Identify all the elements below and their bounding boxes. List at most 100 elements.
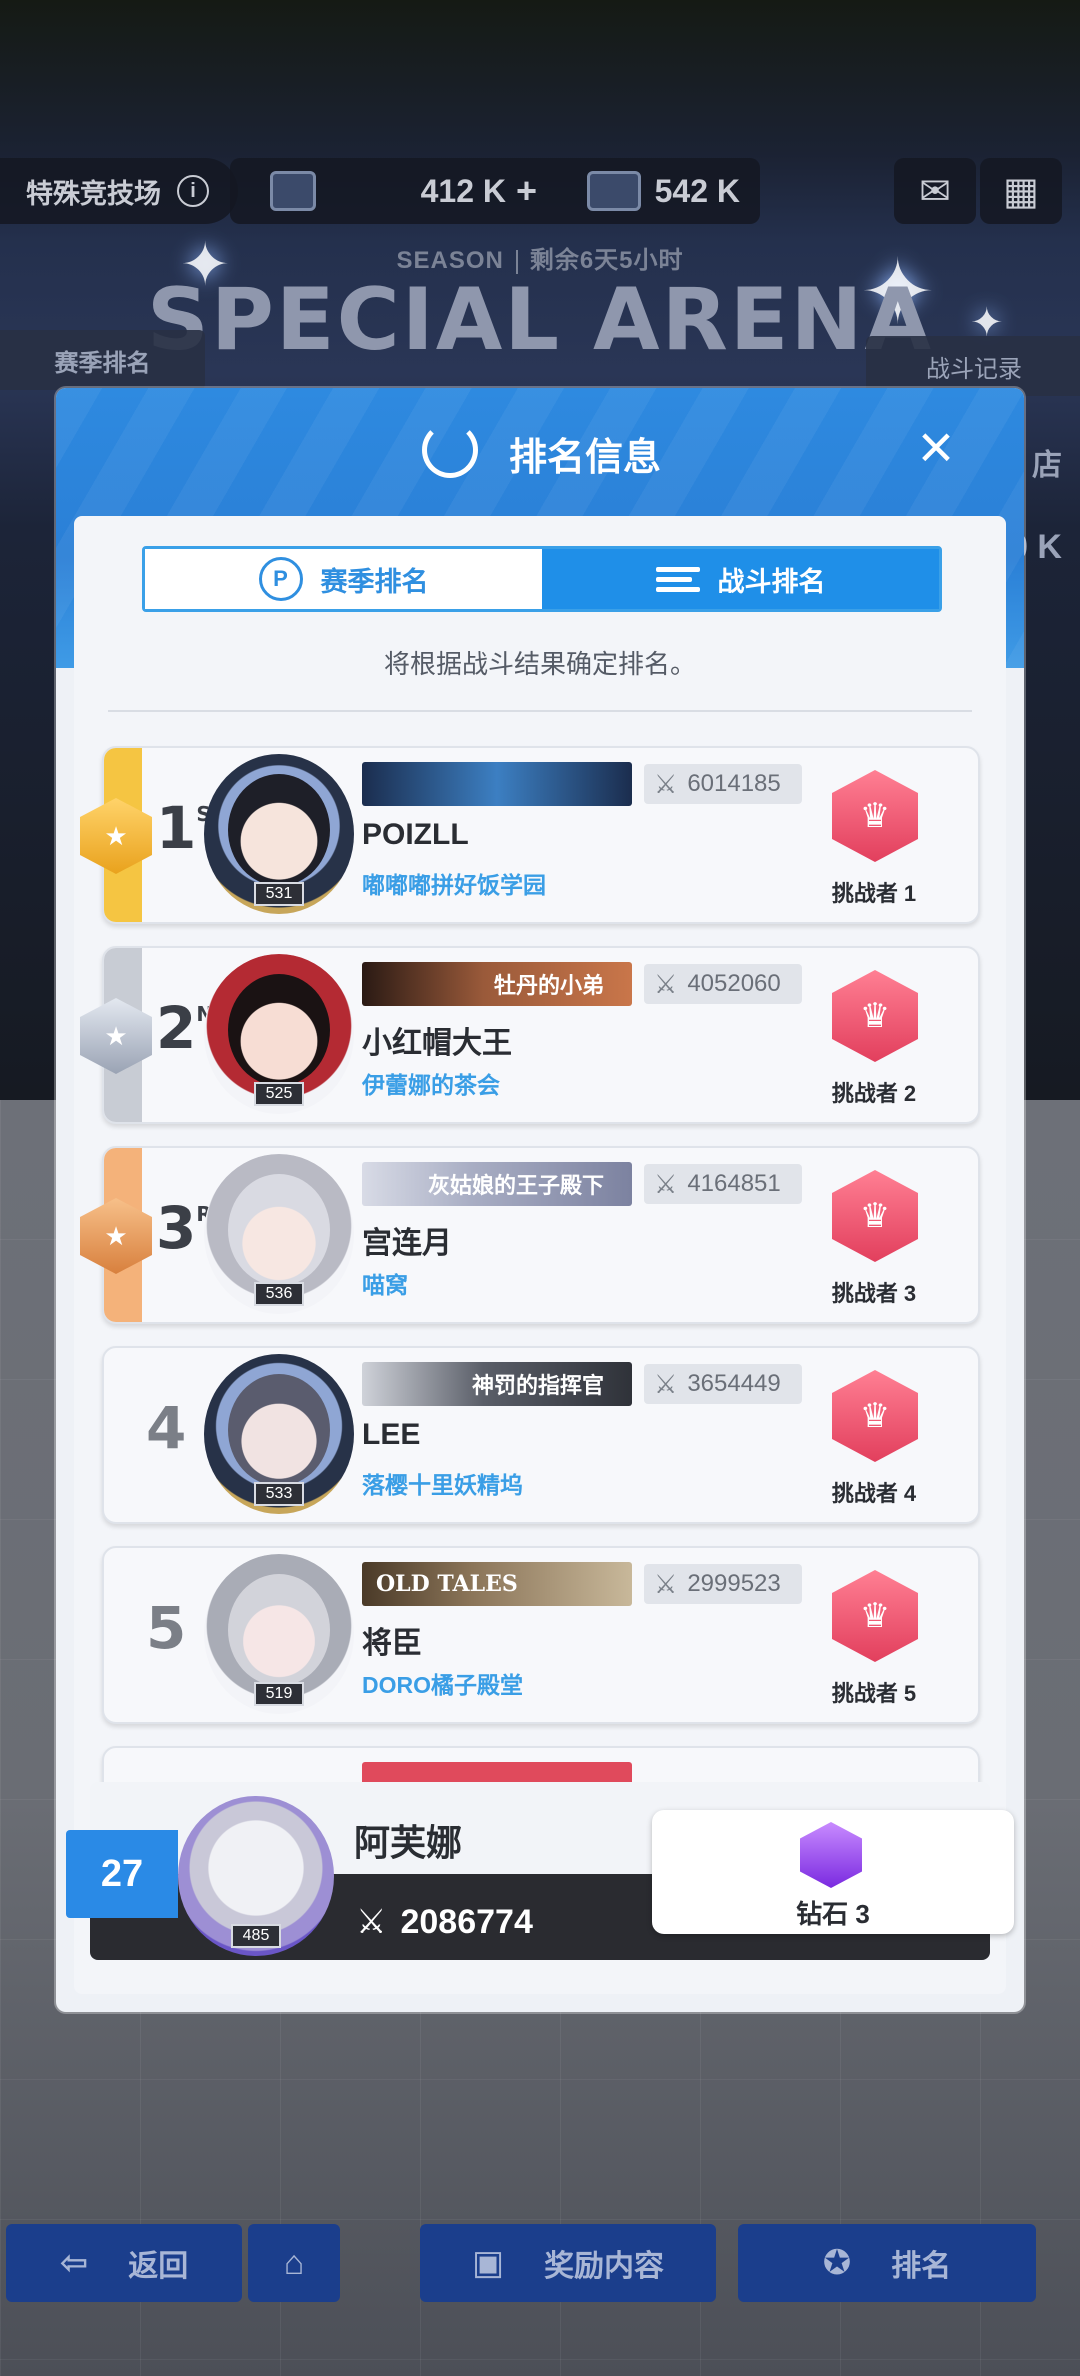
crossed-swords-icon: ⚔ [654,1568,678,1599]
challenger-label: 挑战者 4 [831,1481,917,1506]
add-currency-button[interactable]: + [516,170,537,212]
season-coin-icon: P [258,557,303,601]
back-button[interactable]: ⇦ 返回 [6,2224,242,2302]
currency-2-value: 542 K [654,172,740,209]
trophy-icon: ♛ [832,1170,918,1262]
player-name: 宫连月 [362,1227,452,1260]
back-label: 返回 [128,2250,189,2283]
currency-bar: 412 K + 542 K [230,158,760,224]
avatar[interactable]: 533 [204,1354,354,1514]
my-avatar-level: 485 [230,1924,282,1948]
challenger-label: 挑战者 5 [831,1681,917,1706]
power-box: ⚔ 4164851 [644,1164,802,1204]
close-icon[interactable]: × [908,417,964,479]
crossed-swords-icon: ⚔ [654,1168,678,1199]
top-bar: 特殊竞技场 i 412 K + 542 K ✉ ▦ [0,158,1080,224]
avatar[interactable]: 536 [204,1154,354,1314]
trophy-icon: ♛ [832,1370,918,1462]
power-box: ⚔ 3654449 [644,1364,802,1404]
power-box: ⚔ 4052060 [644,964,802,1004]
ranking-hint: 将根据战斗结果确定排名。 [383,649,696,679]
exit-icon: ⇦ [59,2244,89,2282]
avatar-level: 531 [253,882,305,906]
my-name: 阿芙娜 [354,1822,463,1863]
tab-battle-label: 战斗排名 [717,566,826,597]
menu-grid-icon[interactable]: ▦ [980,158,1062,224]
power-value: 6014185 [687,770,781,797]
list-bars-icon [655,566,700,592]
challenger-label: 挑战者 1 [831,881,917,906]
home-button[interactable]: ⌂ [248,2224,340,2302]
my-power: ⚔ 2086774 [356,1902,533,1942]
season-rank-side-tab[interactable]: 赛季排名 [0,330,205,390]
challenger-label: 挑战者 3 [831,1281,917,1306]
avatar-level: 536 [253,1282,305,1306]
power-box: ⚔ 6014185 [644,764,802,804]
currency-1-value: 412 K [420,172,506,209]
modal-body: P 赛季排名 战斗排名 将根据战斗结果确定排名。 ★ 1ST 531 [74,516,1006,1994]
guild-name: 喵窝 [362,1272,408,1298]
divider [108,710,972,712]
power-value: 4052060 [687,970,781,997]
crossed-swords-icon: ⚔ [654,968,678,999]
avatar[interactable]: 531 [204,754,354,914]
title-banner: OLD TALES [362,1562,632,1606]
home-icon: ⌂ [283,2243,305,2282]
tab-battle-ranking[interactable]: 战斗排名 [542,549,939,609]
my-rank-bar: 27 485 阿芙娜 ⚔ 2086774 钻石 3 [66,1782,1014,1970]
trophy-icon: ♛ [832,770,918,862]
rank-number: 4 [146,1394,187,1462]
ranking-row[interactable]: ★ 2ND 525 牡丹的小弟 ⚔4052060 小红帽大王 伊蕾娜的茶会 ♛ … [80,946,980,1124]
ranking-row[interactable]: 4 533 神罚的指挥官 ⚔ 3654449 LEE 落樱十里妖精坞 ♛ 挑战者 … [102,1346,980,1524]
rewards-label: 奖励内容 [544,2250,665,2283]
title-banner: 牡丹的小弟 [362,962,632,1006]
power-box: ⚔ 2999523 [644,1564,802,1604]
crossed-swords-icon: ⚔ [654,1368,678,1399]
power-value: 3654449 [687,1370,781,1397]
mail-icon[interactable]: ✉ [894,158,976,224]
ranking-row[interactable]: ★ 3RD 536 灰姑娘的王子殿下 ⚔4164851 宫连月 喵窝 ♛ 挑战者… [80,1146,980,1324]
trophy-icon: ♛ [832,970,918,1062]
power-value: 2999523 [687,1570,781,1597]
tab-season-ranking[interactable]: P 赛季排名 [145,549,542,609]
player-name: 将臣 [362,1627,422,1660]
guild-name: DORO橘子殿堂 [362,1672,523,1698]
avatar-level: 519 [253,1682,305,1706]
title-banner: 神罚的指挥官 [362,1362,632,1406]
player-name: LEE [362,1418,421,1451]
ranking-row[interactable]: 5 519 OLD TALES ⚔ 2999523 将臣 DORO橘子殿堂 ♛ 挑… [102,1546,980,1724]
avatar-level: 533 [253,1482,305,1506]
my-power-value: 2086774 [400,1902,533,1941]
tab-season-label: 赛季排名 [320,566,429,597]
rewards-button[interactable]: ▣ 奖励内容 [420,2224,716,2302]
avatar[interactable]: 519 [204,1554,354,1714]
crossed-swords-icon: ⚔ [654,768,678,799]
info-icon[interactable]: i [177,175,209,207]
avatar[interactable]: 525 [204,954,354,1114]
my-tier-label: 钻石 3 [796,1899,870,1929]
player-name: 小红帽大王 [362,1027,512,1060]
mode-label: 特殊竞技场 [26,178,161,209]
guild-name: 落樱十里妖精坞 [362,1472,523,1498]
battle-record-button[interactable]: 战斗记录 [866,336,1080,396]
ticket-icon [270,171,316,211]
ranking-row[interactable]: ★ 1ST 531 ⚔6014185 POIZLL 嘟嘟嘟拼好饭学园 ♛ 挑战者… [80,746,980,924]
credit-icon [587,171,642,211]
rank-tabs: P 赛季排名 战斗排名 [142,546,942,612]
avatar-level: 525 [253,1082,305,1106]
my-tier-card: 钻石 3 [652,1810,1014,1934]
power-value: 4164851 [687,1170,781,1197]
my-avatar[interactable]: 485 [178,1796,334,1956]
bottom-nav: ⇦ 返回 ⌂ ▣ 奖励内容 ✪ 排名 [0,2224,1080,2306]
ranking-button[interactable]: ✪ 排名 [738,2224,1036,2302]
challenger-label: 挑战者 2 [831,1081,917,1106]
mode-indicator: 特殊竞技场 i [0,158,238,224]
player-name: POIZLL [362,818,469,851]
modal-title: 排名信息 [508,437,661,479]
shop-partial-label: 店 [1032,449,1062,482]
ranking-info-modal: 排名信息 × P 赛季排名 战斗排名 将根据战斗结果确定排名。 ★ 1ST [56,388,1024,2012]
guild-name: 伊蕾娜的茶会 [362,1072,500,1098]
ranking-label: 排名 [891,2250,952,2283]
trophy-icon: ♛ [832,1570,918,1662]
crossed-swords-icon: ⚔ [356,1903,387,1941]
